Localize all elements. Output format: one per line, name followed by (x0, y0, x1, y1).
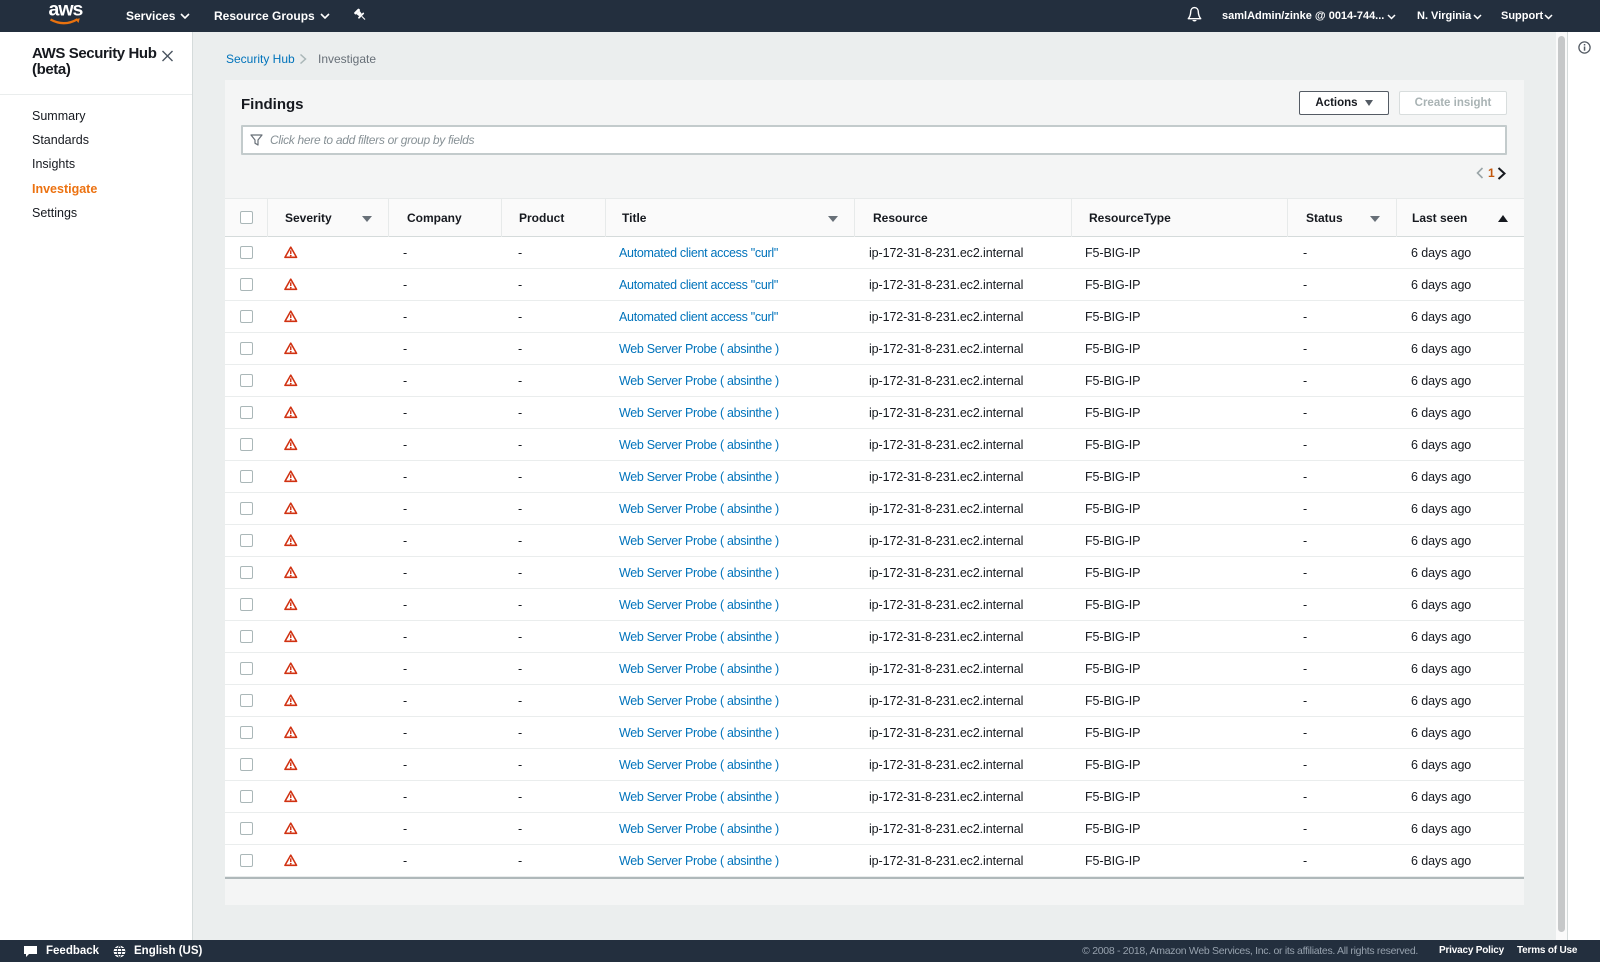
svg-text:aws: aws (49, 4, 84, 21)
